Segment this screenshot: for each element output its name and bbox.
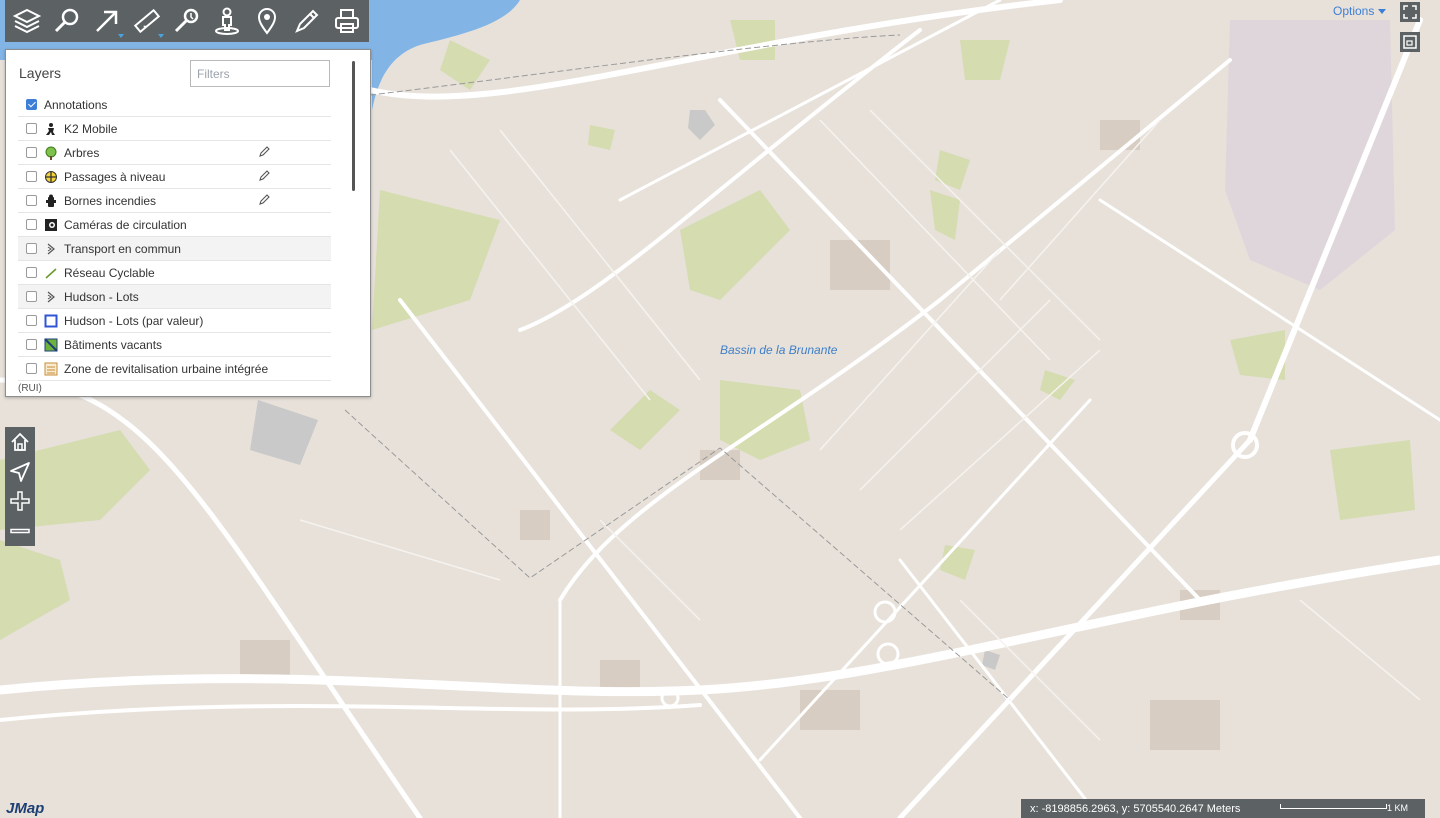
layer-row[interactable]: Caméras de circulation <box>18 213 331 237</box>
layer-group-row[interactable]: Hudson - Lots <box>18 285 331 309</box>
main-toolbar <box>5 0 369 42</box>
layer-label: Bâtiments vacants <box>64 337 163 352</box>
scale-label: 1 KM <box>1387 803 1409 813</box>
locate-arrow-icon <box>10 461 30 482</box>
expand-icon <box>1403 5 1417 19</box>
layer-group-row[interactable]: Transport en commun <box>18 237 331 261</box>
layer-visibility-checkbox[interactable] <box>26 243 37 254</box>
chevron-down-icon <box>158 34 164 38</box>
hatched-square-icon <box>44 337 58 352</box>
layer-visibility-checkbox[interactable] <box>26 99 37 110</box>
tree-icon <box>44 146 58 160</box>
jmap-logo: JMap <box>6 800 45 817</box>
layer-row[interactable]: Zone de revitalisation urbaine intégrée <box>18 357 331 381</box>
layers-tool-button[interactable] <box>7 0 47 42</box>
layer-visibility-checkbox[interactable] <box>26 123 37 134</box>
orange-hatch-icon <box>44 362 58 376</box>
layer-visibility-checkbox[interactable] <box>26 219 37 230</box>
select-arrow-icon <box>96 10 118 32</box>
layer-label: Passages à niveau <box>64 169 166 184</box>
layers-filter-input[interactable] <box>190 60 330 87</box>
layer-row[interactable]: Bâtiments vacants <box>18 333 331 357</box>
edit-pencil-icon[interactable] <box>258 146 270 158</box>
search-location-tool-button[interactable] <box>167 0 207 42</box>
layer-label: Arbres <box>64 145 100 160</box>
options-menu[interactable]: Options <box>1333 4 1387 18</box>
layer-visibility-checkbox[interactable] <box>26 195 37 206</box>
layers-panel: Layers Annotations K2 Mobile Arbres Passage… <box>5 49 371 397</box>
map-pin-icon <box>257 8 277 35</box>
layer-label-wrap: (RUI) <box>18 383 42 394</box>
layer-visibility-checkbox[interactable] <box>26 315 37 326</box>
edit-pencil-icon[interactable] <box>258 170 270 182</box>
layer-visibility-checkbox[interactable] <box>26 147 37 158</box>
traffic-camera-icon <box>44 218 58 232</box>
fullscreen-button[interactable] <box>1400 2 1420 22</box>
group-chevron-icon <box>44 242 58 256</box>
edit-pencil-icon[interactable] <box>258 194 270 206</box>
measure-tool-button[interactable] <box>127 0 167 42</box>
zoom-out-button[interactable] <box>5 516 35 546</box>
layer-visibility-checkbox[interactable] <box>26 363 37 374</box>
home-button[interactable] <box>5 427 35 457</box>
blue-square-icon <box>44 314 58 328</box>
layer-label: Bornes incendies <box>64 193 157 208</box>
layer-visibility-checkbox[interactable] <box>26 171 37 182</box>
locate-button[interactable] <box>5 457 35 487</box>
overview-map-button[interactable] <box>1400 32 1420 52</box>
map-navigation-controls <box>5 427 35 546</box>
street-view-icon <box>215 7 239 35</box>
measure-ruler-icon <box>133 8 161 34</box>
bike-line-icon <box>44 266 58 280</box>
street-view-tool-button[interactable] <box>207 0 247 42</box>
home-icon <box>11 432 29 451</box>
scale-bar <box>1280 804 1387 809</box>
zoom-in-button[interactable] <box>5 487 35 517</box>
print-tool-button[interactable] <box>327 0 367 42</box>
layer-label: Réseau Cyclable <box>64 265 155 280</box>
layers-panel-title: Layers <box>19 65 62 81</box>
layer-label: Annotations <box>44 97 108 112</box>
layers-scrollbar[interactable] <box>352 61 355 191</box>
search-tool-button[interactable] <box>47 0 87 42</box>
layer-label: Hudson - Lots (par valeur) <box>64 313 204 328</box>
layer-row[interactable]: Annotations <box>18 93 331 117</box>
fire-hydrant-icon <box>44 194 58 208</box>
layer-row[interactable]: Passages à niveau <box>18 165 331 189</box>
railway-crossing-icon <box>44 170 58 184</box>
zoom-out-icon <box>10 528 30 534</box>
layer-label: Transport en commun <box>64 241 181 256</box>
mobile-person-icon <box>44 122 58 136</box>
layer-visibility-checkbox[interactable] <box>26 291 37 302</box>
draw-pencil-icon <box>295 9 319 33</box>
map-pin-tool-button[interactable] <box>247 0 287 42</box>
layer-row[interactable]: Réseau Cyclable <box>18 261 331 285</box>
coordinates-readout: x: -8198856.2963, y: 5705540.2647 Meters <box>1030 802 1241 815</box>
layer-row[interactable]: K2 Mobile <box>18 117 331 141</box>
layer-row[interactable]: Arbres <box>18 141 331 165</box>
draw-tool-button[interactable] <box>287 0 327 42</box>
search-location-icon <box>174 8 199 33</box>
layer-label: Zone de revitalisation urbaine intégrée <box>64 361 269 376</box>
layer-list: Annotations K2 Mobile Arbres Passages à niv… <box>18 93 331 387</box>
overview-map-icon <box>1403 35 1417 49</box>
layer-label: Caméras de circulation <box>64 217 187 232</box>
layer-label: Hudson - Lots <box>64 289 139 304</box>
layer-visibility-checkbox[interactable] <box>26 267 37 278</box>
options-label: Options <box>1333 4 1375 18</box>
layer-label: K2 Mobile <box>64 121 118 136</box>
layer-visibility-checkbox[interactable] <box>26 339 37 350</box>
layers-icon <box>12 8 42 34</box>
select-tool-button[interactable] <box>87 0 127 42</box>
group-chevron-icon <box>44 290 58 304</box>
chevron-down-icon <box>118 34 124 38</box>
layer-row[interactable]: Hudson - Lots (par valeur) <box>18 309 331 333</box>
print-icon <box>335 9 359 33</box>
chevron-down-icon <box>1378 9 1387 15</box>
search-icon <box>54 8 79 33</box>
layer-row[interactable]: Bornes incendies <box>18 189 331 213</box>
zoom-in-icon <box>10 491 30 512</box>
map-place-label: Bassin de la Brunante <box>720 343 838 357</box>
